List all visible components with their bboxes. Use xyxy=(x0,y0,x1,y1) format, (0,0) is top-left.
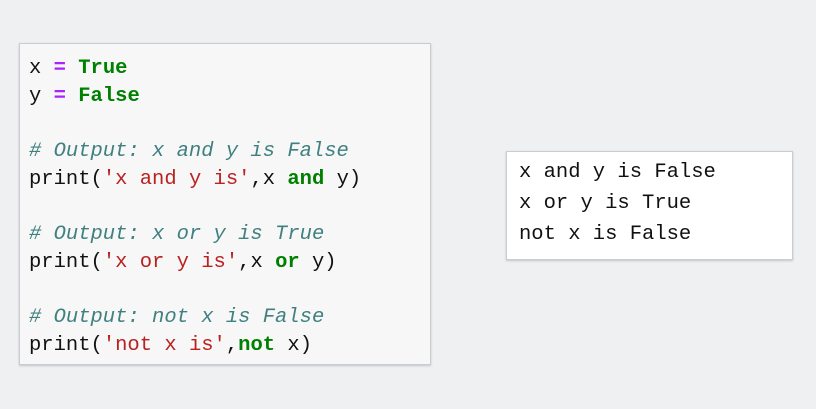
punctuation-token: ) xyxy=(324,250,337,274)
name-token: print xyxy=(29,167,91,191)
code-line: print('x and y is',x and y) xyxy=(29,166,430,194)
code-line: # Output: x and y is False xyxy=(29,138,430,166)
operator-token: = xyxy=(53,57,66,80)
punctuation-token: , xyxy=(250,167,263,191)
blank-code-line xyxy=(29,277,430,305)
keyword-token: or xyxy=(275,250,300,274)
name-token: x xyxy=(275,333,300,357)
comment-token: # Output: x or y is True xyxy=(29,223,325,247)
output-line: x and y is False xyxy=(519,161,716,184)
output-line: not x is False xyxy=(519,223,692,246)
punctuation-token: ( xyxy=(90,167,103,191)
code-line: print('x or y is',x or y) xyxy=(29,249,430,277)
keyword-token: not xyxy=(238,333,276,357)
punctuation-token xyxy=(41,85,53,108)
code-line: # Output: x or y is True xyxy=(29,221,430,249)
output-line: x or y is True xyxy=(519,192,692,215)
punctuation-token: ) xyxy=(299,333,312,357)
name-token: y xyxy=(299,250,325,274)
string-token: 'x or y is' xyxy=(102,250,239,274)
comment-token: # Output: not x is False xyxy=(29,306,325,330)
name-token: y xyxy=(324,167,349,191)
punctuation-token xyxy=(41,57,53,80)
name-token: x xyxy=(250,250,276,274)
string-token: 'not x is' xyxy=(102,333,226,357)
keyword-token: True xyxy=(78,57,128,80)
code-line: print('not x is',not x) xyxy=(29,332,430,360)
keyword-token: False xyxy=(78,84,140,108)
comment-token: # Output: x and y is False xyxy=(29,140,349,164)
name-token: x xyxy=(262,167,288,191)
punctuation-token xyxy=(66,57,78,80)
punctuation-token: ) xyxy=(348,167,362,191)
code-line: # Output: not x is False xyxy=(29,304,430,332)
name-token: print xyxy=(29,250,91,274)
string-token: 'x and y is' xyxy=(102,167,251,191)
code-cell[interactable]: x = True y = False # Output: x and y is Fa… xyxy=(19,43,431,365)
output-cell: x and y is False x or y is True not x is… xyxy=(506,151,793,260)
name-token: print xyxy=(29,333,91,357)
code-line: y = False xyxy=(29,83,430,111)
keyword-token: and xyxy=(287,167,325,191)
name-token: x xyxy=(29,57,42,80)
blank-code-line xyxy=(29,110,430,138)
punctuation-token: , xyxy=(225,333,239,357)
blank-code-line xyxy=(29,193,430,221)
code-line: x = True xyxy=(29,55,430,83)
name-token: y xyxy=(29,84,42,108)
punctuation-token xyxy=(66,85,78,108)
punctuation-token: ( xyxy=(90,333,103,357)
operator-token: = xyxy=(53,84,66,108)
punctuation-token: , xyxy=(238,250,251,274)
punctuation-token: ( xyxy=(90,250,103,274)
